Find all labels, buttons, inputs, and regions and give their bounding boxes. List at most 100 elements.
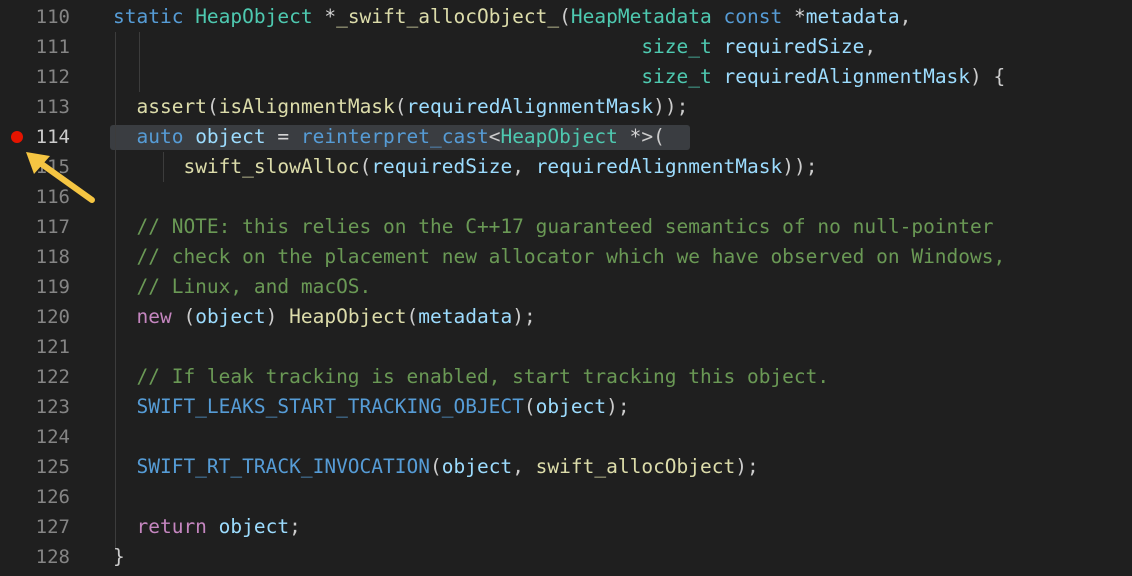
code-token: object — [195, 305, 266, 328]
code-text: swift_slowAlloc(requiredSize, requiredAl… — [113, 152, 817, 182]
code-line[interactable]: 116 — [0, 182, 1132, 212]
code-token: ; — [289, 515, 301, 538]
code-line[interactable]: 117 // NOTE: this relies on the C++17 gu… — [0, 212, 1132, 242]
code-text: auto object = reinterpret_cast<HeapObjec… — [113, 122, 664, 152]
code-token: size_t — [641, 35, 724, 58]
line-number[interactable]: 123 — [30, 392, 70, 422]
line-number[interactable]: 125 — [30, 452, 70, 482]
code-editor[interactable]: 110 static HeapObject *_swift_allocObject… — [0, 0, 1132, 576]
line-number[interactable]: 126 — [30, 482, 70, 512]
line-number[interactable]: 113 — [30, 92, 70, 122]
line-number[interactable]: 120 — [30, 302, 70, 332]
code-token: HeapObject — [500, 125, 630, 148]
code-token: assert — [136, 95, 207, 118]
code-token: = — [277, 125, 301, 148]
indent-guide — [115, 32, 116, 548]
code-line[interactable]: 110 static HeapObject *_swift_allocObject… — [0, 2, 1132, 32]
code-token: , — [899, 5, 912, 28]
code-token: * — [793, 5, 806, 28]
indent-guide — [139, 32, 140, 92]
code-line[interactable]: 119 // Linux, and macOS. — [0, 272, 1132, 302]
code-token: metadata — [805, 5, 900, 28]
code-token: object — [535, 395, 607, 418]
code-text: // If leak tracking is enabled, start tr… — [113, 362, 829, 392]
code-token: reinterpret_cast — [300, 125, 489, 148]
code-token: ); — [512, 305, 536, 328]
code-token: // Linux, and macOS. — [136, 275, 372, 298]
code-token: HeapObject — [289, 305, 407, 328]
code-line[interactable]: 113 assert(isAlignmentMask(requiredAlign… — [0, 92, 1132, 122]
breakpoint-icon[interactable] — [11, 131, 23, 143]
code-line[interactable]: 128} — [0, 542, 1132, 572]
code-line[interactable]: 115 swift_slowAlloc(requiredSize, requir… — [0, 152, 1132, 182]
line-number[interactable]: 122 — [30, 362, 70, 392]
code-token: ( — [523, 395, 536, 418]
code-token: static — [113, 5, 196, 28]
code-token: isAlignmentMask — [218, 95, 395, 118]
code-token: requiredAlignmentMask — [406, 95, 654, 118]
code-token: , — [512, 155, 536, 178]
line-number[interactable]: 124 — [30, 422, 70, 452]
code-text: SWIFT_RT_TRACK_INVOCATION(object, swift_… — [113, 452, 759, 482]
code-token: < — [488, 125, 501, 148]
code-line[interactable]: 121 — [0, 332, 1132, 362]
code-line[interactable]: 124 — [0, 422, 1132, 452]
code-token: )); — [782, 155, 818, 178]
code-line[interactable]: 112 size_t requiredAlignmentMask) { — [0, 62, 1132, 92]
line-number[interactable]: 121 — [30, 332, 70, 362]
code-token: swift_slowAlloc — [183, 155, 360, 178]
code-token: * — [324, 5, 337, 28]
code-token: _swift_allocObject_ — [336, 5, 560, 28]
line-number[interactable]: 127 — [30, 512, 70, 542]
code-token: ( — [406, 305, 419, 328]
code-token: requiredSize — [723, 35, 865, 58]
code-token: const — [723, 5, 794, 28]
indent-guide — [163, 152, 164, 182]
code-token: object — [195, 125, 278, 148]
line-number[interactable]: 110 — [30, 2, 70, 32]
line-number[interactable]: 112 — [30, 62, 70, 92]
code-text: new (object) HeapObject(metadata); — [113, 302, 536, 332]
line-number[interactable]: 128 — [30, 542, 70, 572]
code-line[interactable]: 122 // If leak tracking is enabled, star… — [0, 362, 1132, 392]
code-token: ); — [735, 455, 759, 478]
code-line[interactable]: 120 new (object) HeapObject(metadata); — [0, 302, 1132, 332]
code-line[interactable]: 127 return object; — [0, 512, 1132, 542]
code-line[interactable]: 125 SWIFT_RT_TRACK_INVOCATION(object, sw… — [0, 452, 1132, 482]
code-token: ) — [265, 305, 290, 328]
code-token: size_t — [641, 65, 724, 88]
code-line[interactable]: 118 // check on the placement new alloca… — [0, 242, 1132, 272]
code-token: metadata — [418, 305, 513, 328]
code-line[interactable]: 114 auto object = reinterpret_cast<HeapO… — [0, 122, 1132, 152]
code-token: ) { — [970, 65, 1006, 88]
line-number[interactable]: 111 — [30, 32, 70, 62]
code-line[interactable]: 111 size_t requiredSize, — [0, 32, 1132, 62]
line-number[interactable]: 118 — [30, 242, 70, 272]
code-token: requiredAlignmentMask — [535, 155, 783, 178]
code-token: ( — [183, 305, 196, 328]
code-line[interactable]: 126 — [0, 482, 1132, 512]
arrow-pointer-icon — [26, 152, 95, 203]
code-token: ( — [359, 155, 372, 178]
line-number[interactable]: 119 — [30, 272, 70, 302]
code-token: SWIFT_RT_TRACK_INVOCATION — [136, 455, 430, 478]
code-text: // Linux, and macOS. — [113, 272, 371, 302]
code-token: object — [441, 455, 513, 478]
code-token: } — [113, 545, 125, 568]
code-token: SWIFT_LEAKS_START_TRACKING_OBJECT — [136, 395, 524, 418]
code-text: size_t requiredAlignmentMask) { — [113, 62, 1005, 92]
code-token: ( — [206, 95, 219, 118]
code-line[interactable]: 123 SWIFT_LEAKS_START_TRACKING_OBJECT(ob… — [0, 392, 1132, 422]
code-token: HeapMetadata — [570, 5, 724, 28]
line-number[interactable]: 117 — [30, 212, 70, 242]
